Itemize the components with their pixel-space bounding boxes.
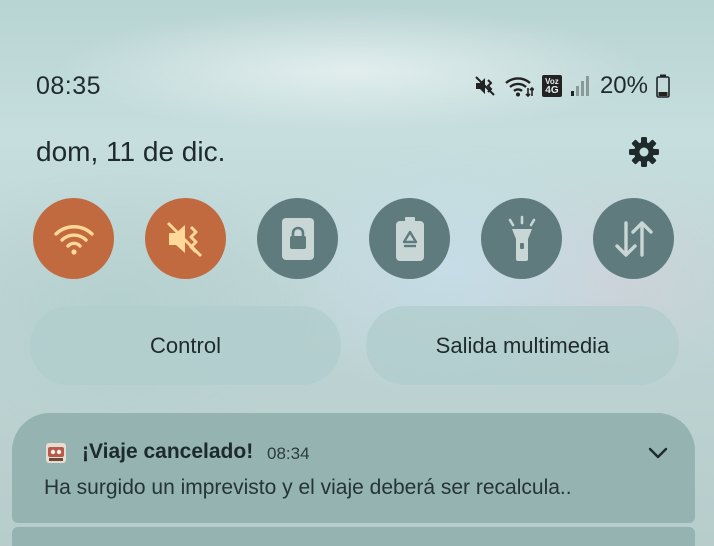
- settings-button[interactable]: [626, 134, 662, 170]
- toggle-power-saving[interactable]: [369, 198, 450, 279]
- mute-icon: [166, 221, 202, 257]
- notification-card[interactable]: ¡Viaje cancelado! 08:34 Ha surgido un im…: [12, 413, 695, 523]
- status-icons: Voz 4G 20%: [474, 72, 670, 100]
- wifi-icon: [505, 77, 534, 98]
- toggle-sound[interactable]: [145, 198, 226, 279]
- volte-4g-icon: Voz 4G: [541, 75, 562, 97]
- notification-time: 08:34: [267, 444, 310, 463]
- mute-icon: [475, 76, 495, 96]
- lock-icon: [281, 217, 314, 260]
- battery-recycle-icon: [395, 216, 424, 261]
- flashlight-icon: [508, 215, 535, 261]
- app-icon: [46, 443, 66, 463]
- battery-icon: [656, 74, 670, 98]
- quick-toggles: [33, 198, 681, 279]
- gear-icon: [629, 137, 659, 167]
- status-bar: 08:35 Voz 4G 20%: [36, 70, 670, 102]
- toggle-screen-lock[interactable]: [257, 198, 338, 279]
- signal-icon: [570, 76, 589, 96]
- control-label: Control: [150, 332, 221, 358]
- data-arrows-icon: [614, 220, 653, 257]
- status-time: 08:35: [36, 72, 102, 100]
- toggle-wifi[interactable]: [33, 198, 114, 279]
- media-output-label: Salida multimedia: [435, 332, 610, 358]
- date-label: dom, 11 de dic.: [36, 136, 226, 167]
- control-button[interactable]: Control: [30, 306, 341, 385]
- notification-body: Ha surgido un imprevisto y el viaje debe…: [44, 476, 572, 499]
- toggle-flashlight[interactable]: [481, 198, 562, 279]
- toggle-mobile-data[interactable]: [593, 198, 674, 279]
- battery-percent: 20%: [599, 72, 648, 99]
- wifi-icon: [53, 224, 94, 255]
- 4g-label: 4G: [545, 85, 559, 96]
- media-output-button[interactable]: Salida multimedia: [366, 306, 679, 385]
- notification-title: ¡Viaje cancelado!: [82, 440, 254, 463]
- next-notification-card[interactable]: [12, 527, 695, 546]
- chevron-down-icon[interactable]: [646, 443, 670, 463]
